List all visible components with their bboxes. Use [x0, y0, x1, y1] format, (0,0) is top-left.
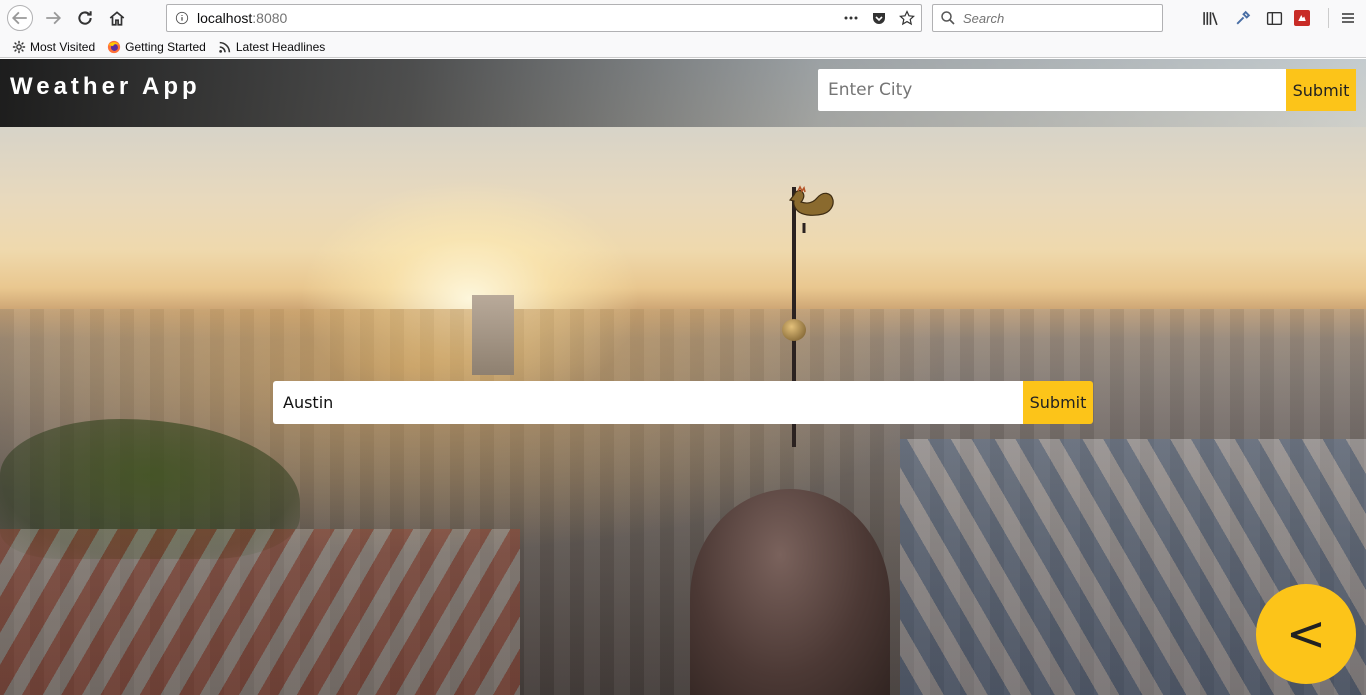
library-icon[interactable]: [1198, 6, 1222, 30]
header-city-input[interactable]: [818, 69, 1286, 111]
url-text[interactable]: localhost:8080: [197, 10, 287, 26]
page-actions-icon[interactable]: [841, 8, 861, 28]
pocket-icon[interactable]: [869, 8, 889, 28]
back-arrow-icon[interactable]: [7, 5, 33, 31]
center-city-form: Submit: [273, 381, 1093, 424]
search-icon: [933, 10, 963, 26]
home-icon[interactable]: [104, 5, 130, 31]
bookmark-label: Latest Headlines: [235, 39, 326, 54]
back-chevron-button[interactable]: <: [1256, 584, 1356, 684]
browser-search-bar[interactable]: [932, 4, 1163, 32]
browser-right-tools: [1198, 6, 1310, 30]
bookmark-latest-headlines[interactable]: Latest Headlines: [218, 40, 325, 54]
url-host: localhost: [197, 10, 253, 26]
app-header: Weather App Submit: [0, 59, 1366, 127]
weather-app-page: Weather App Submit Submit <: [0, 59, 1366, 695]
info-icon[interactable]: [167, 11, 197, 25]
header-submit-button[interactable]: Submit: [1286, 69, 1356, 111]
url-bar[interactable]: localhost:8080: [166, 4, 922, 32]
url-actions: [841, 8, 917, 28]
dropper-icon[interactable]: [1230, 6, 1254, 30]
hamburger-menu-icon[interactable]: [1336, 6, 1360, 30]
bookmark-getting-started[interactable]: Getting Started: [107, 40, 206, 54]
background-spire-ball: [782, 319, 806, 341]
bookmark-label: Most Visited: [30, 39, 96, 54]
browser-toolbar: localhost:8080: [0, 0, 1366, 36]
bookmark-most-visited[interactable]: Most Visited: [12, 40, 95, 54]
background-church-dome: [690, 489, 890, 695]
url-port: :8080: [252, 10, 288, 26]
bookmark-star-icon[interactable]: [897, 8, 917, 28]
rss-icon: [219, 41, 231, 53]
rooster-weathervane-icon: [788, 185, 834, 233]
header-city-form: Submit: [818, 69, 1356, 111]
bookmarks-bar: Most Visited Getting Started Latest Head…: [0, 36, 1366, 58]
center-city-input[interactable]: [273, 381, 1023, 424]
reload-icon[interactable]: [72, 5, 98, 31]
bookmark-label: Getting Started: [125, 39, 206, 54]
background-roofs-left: [0, 529, 520, 695]
sidebar-icon[interactable]: [1262, 6, 1286, 30]
gear-icon: [12, 40, 26, 53]
firefox-icon: [108, 40, 121, 53]
center-submit-button[interactable]: Submit: [1023, 381, 1093, 424]
forward-arrow-icon[interactable]: [40, 5, 66, 31]
extension-icon[interactable]: [1294, 10, 1310, 26]
app-title: Weather App: [10, 73, 201, 100]
background-tower: [472, 295, 514, 375]
browser-search-input[interactable]: [963, 10, 1153, 26]
toolbar-separator: [1328, 8, 1329, 28]
